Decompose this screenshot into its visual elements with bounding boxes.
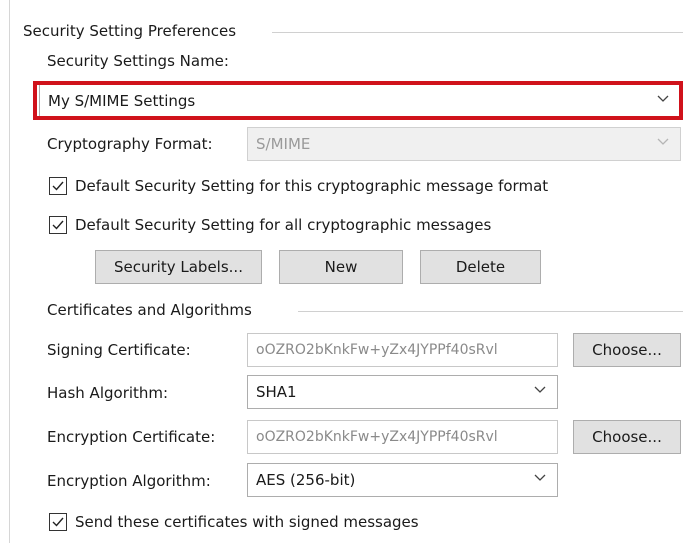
crypto-format-dropdown[interactable]: S/MIME: [247, 127, 681, 161]
encryption-certificate-label: Encryption Certificate:: [47, 428, 216, 446]
checkmark-icon: [52, 220, 64, 230]
signing-certificate-field[interactable]: oOZRO2bKnkFw+yZx4JYPPf40sRvl: [247, 333, 558, 367]
chevron-down-icon: [534, 474, 546, 481]
group-title-certificates: Certificates and Algorithms: [47, 301, 252, 319]
encryption-algorithm-label: Encryption Algorithm:: [47, 472, 211, 490]
hash-algorithm-dropdown[interactable]: SHA1: [247, 375, 558, 409]
security-labels-button[interactable]: Security Labels...: [95, 250, 262, 284]
chevron-down-icon: [657, 138, 669, 145]
signing-certificate-label: Signing Certificate:: [47, 341, 191, 359]
delete-button[interactable]: Delete: [420, 250, 541, 284]
choose-encryption-button[interactable]: Choose...: [573, 420, 681, 454]
default-format-label: Default Security Setting for this crypto…: [75, 177, 549, 195]
group-separator: [272, 32, 683, 33]
chevron-down-icon: [534, 386, 546, 393]
checkmark-icon: [52, 517, 64, 527]
group-title-security-preferences: Security Setting Preferences: [23, 22, 237, 40]
group-separator: [298, 311, 683, 312]
encryption-algorithm-value: AES (256-bit): [256, 471, 356, 489]
new-button[interactable]: New: [279, 250, 403, 284]
crypto-format-label: Cryptography Format:: [47, 135, 213, 153]
default-format-checkbox[interactable]: [49, 177, 67, 195]
encryption-certificate-value: oOZRO2bKnkFw+yZx4JYPPf40sRvl: [256, 429, 498, 445]
default-all-checkbox[interactable]: [49, 216, 67, 234]
crypto-format-value: S/MIME: [256, 135, 311, 153]
dialog-left-border: [9, 0, 10, 543]
default-all-label: Default Security Setting for all cryptog…: [75, 216, 492, 234]
signing-certificate-value: oOZRO2bKnkFw+yZx4JYPPf40sRvl: [256, 342, 498, 358]
send-certs-label: Send these certificates with signed mess…: [75, 513, 419, 531]
encryption-certificate-field[interactable]: oOZRO2bKnkFw+yZx4JYPPf40sRvl: [247, 420, 558, 454]
hash-algorithm-label: Hash Algorithm:: [47, 384, 169, 402]
choose-signing-button[interactable]: Choose...: [573, 333, 681, 367]
hash-algorithm-value: SHA1: [256, 383, 297, 401]
highlight-box: [33, 81, 683, 120]
encryption-algorithm-dropdown[interactable]: AES (256-bit): [247, 463, 558, 497]
checkmark-icon: [52, 181, 64, 191]
settings-name-label: Security Settings Name:: [47, 52, 229, 70]
send-certs-checkbox[interactable]: [49, 513, 67, 531]
